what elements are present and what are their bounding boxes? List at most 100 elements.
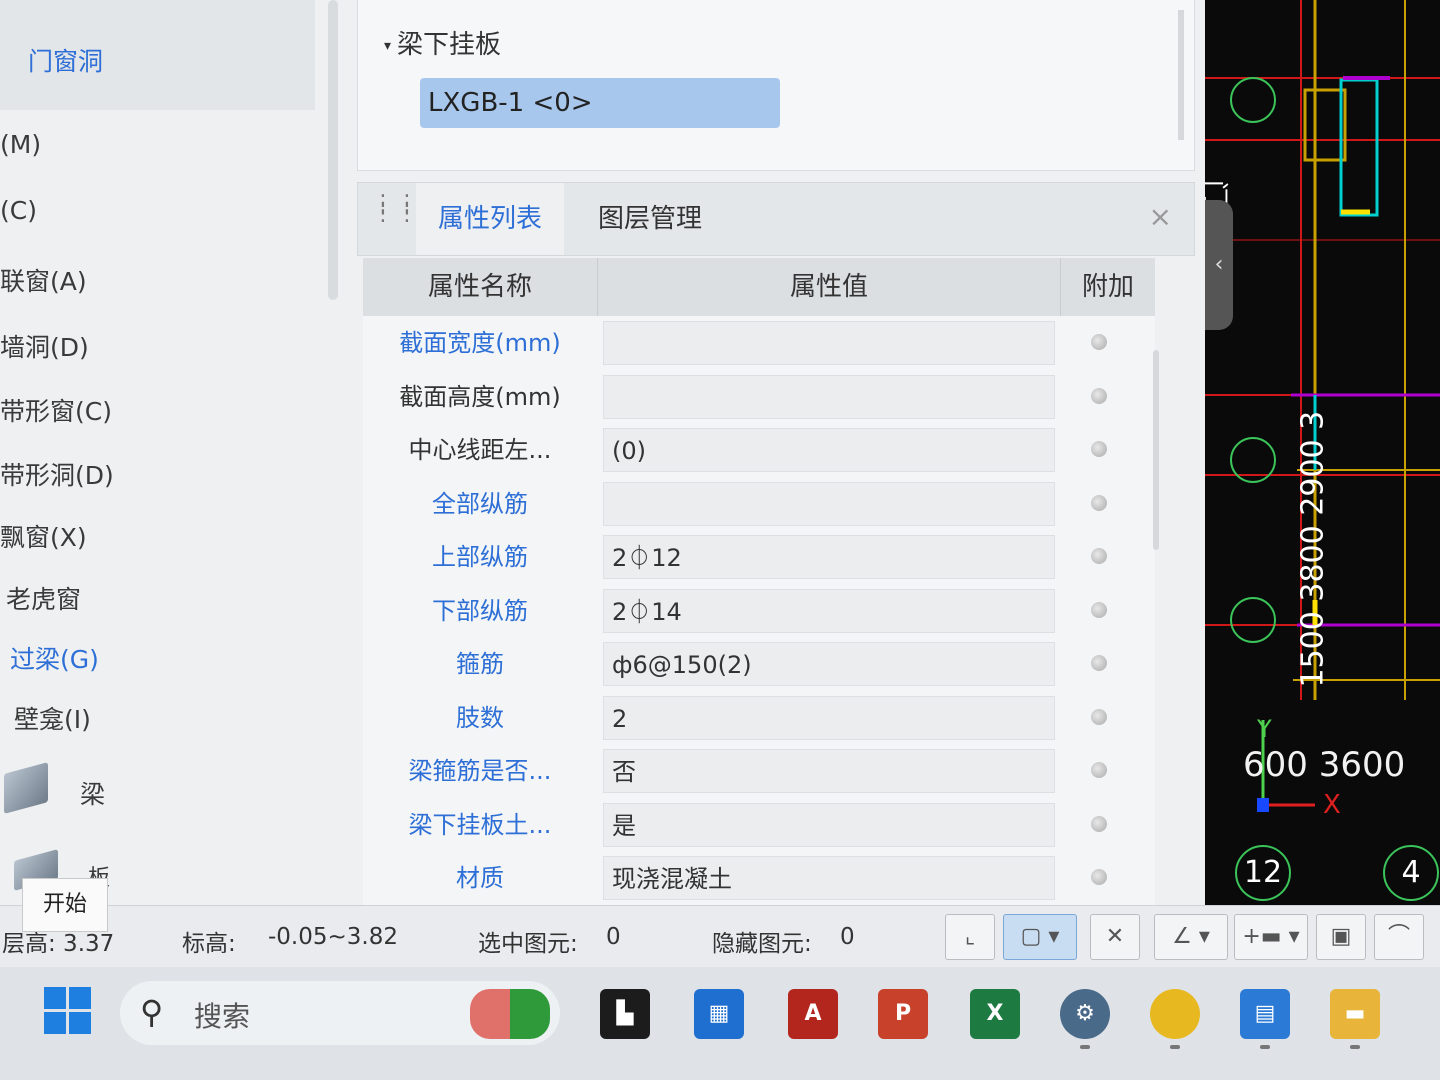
component-item[interactable]: (C) (0, 196, 37, 225)
extra-checkbox[interactable] (1091, 334, 1107, 350)
property-row[interactable]: 材质 现浇混凝土 (363, 851, 1155, 905)
component-list-panel: 门窗洞 (M) (C) 联窗(A) 墙洞(D) 带形窗(C) 带形洞(D) 飘窗… (0, 0, 345, 915)
property-name: 梁下挂板土... (408, 810, 552, 839)
property-row[interactable]: 箍筋 ф6@150(2) (363, 637, 1155, 691)
component-item[interactable]: 带形窗(C) (0, 392, 112, 428)
component-tree: ▾ 梁下挂板 LXGB-1 <0> (357, 0, 1195, 171)
property-value-field[interactable]: 否 (603, 749, 1055, 793)
component-item[interactable]: 带形洞(D) (0, 456, 114, 492)
ortho-icon[interactable]: ⌞ (945, 914, 995, 960)
property-scrollbar[interactable] (1153, 350, 1159, 550)
component-item[interactable]: 壁龛(I) (14, 700, 91, 736)
component-item[interactable]: 联窗(A) (0, 262, 87, 298)
component-item[interactable]: 飘窗(X) (0, 518, 87, 554)
extra-checkbox[interactable] (1091, 387, 1107, 404)
store-icon[interactable]: ▦ (694, 989, 744, 1039)
extra-checkbox[interactable] (1091, 441, 1107, 457)
property-name: 全部纵筋 (432, 489, 528, 518)
property-value-field[interactable] (603, 374, 1055, 419)
select-box-icon[interactable]: ▢ ▾ (1003, 914, 1077, 960)
coin-icon[interactable] (1150, 989, 1200, 1039)
property-row[interactable]: 梁下挂板土... 是 (363, 798, 1155, 852)
property-row[interactable]: 截面高度(mm) (363, 370, 1155, 424)
property-name: 材质 (456, 864, 504, 892)
excel-icon[interactable]: X (970, 989, 1020, 1039)
collapse-panel-icon[interactable]: ‹ (1205, 200, 1233, 330)
property-value-field[interactable]: 现浇混凝土 (603, 856, 1055, 900)
property-row[interactable]: 上部纵筋 2⏀12 (363, 530, 1155, 584)
component-item-lintel[interactable]: 过梁(G) (10, 640, 99, 676)
property-value-field[interactable]: ф6@150(2) (603, 642, 1055, 686)
extra-checkbox[interactable] (1091, 494, 1107, 511)
component-group-header[interactable]: 门窗洞 (0, 0, 315, 110)
arc-icon[interactable]: ⌒ (1374, 914, 1424, 960)
grid-axis-bubble: 4 (1383, 845, 1439, 901)
property-name: 肢数 (456, 703, 504, 732)
property-row[interactable]: 梁箍筋是否... 否 (363, 744, 1155, 798)
status-bar: 层高: 3.37 标高: -0.05~3.82 选中图元: 0 隐藏图元: 0 … (0, 905, 1440, 968)
snap-icon[interactable]: +▬ ▾ (1234, 914, 1308, 960)
drag-handle-icon[interactable]: ⋮⋮ ⋮⋮ (372, 193, 420, 225)
property-row[interactable]: 下部纵筋 2⏀14 (363, 584, 1155, 638)
property-value-field[interactable] (603, 481, 1055, 526)
tree-scrollbar[interactable] (1178, 10, 1184, 140)
angle-icon[interactable]: ∠ ▾ (1154, 914, 1228, 960)
property-row[interactable]: 中心线距左... (0) (363, 423, 1155, 477)
terminal-icon[interactable]: ▙ (600, 989, 650, 1039)
tree-item-selected[interactable]: LXGB-1 <0> (420, 78, 780, 128)
property-table: 属性名称 属性值 附加 截面宽度(mm) 截面高度(mm) 中心线距左... (0) 全… (363, 258, 1155, 908)
extra-checkbox[interactable] (1091, 601, 1107, 618)
extra-checkbox[interactable] (1091, 869, 1107, 885)
property-name: 截面高度(mm) (399, 382, 561, 411)
component-item[interactable]: (M) (0, 130, 41, 159)
brain-tulip-icon[interactable] (470, 989, 550, 1039)
glodon-icon[interactable]: ▤ (1240, 989, 1290, 1039)
extra-checkbox[interactable] (1091, 815, 1107, 832)
extra-checkbox[interactable] (1091, 548, 1107, 564)
tab-layers[interactable]: 图层管理 (576, 183, 724, 255)
cross-select-icon[interactable]: ✕ (1090, 914, 1140, 960)
windows-taskbar: ⚲ 搜索 ▙ ▦ A P X ⚙ ▤ ▬ (0, 967, 1440, 1080)
property-name: 箍筋 (456, 650, 504, 678)
access-icon[interactable]: A (788, 989, 838, 1039)
property-row[interactable]: 全部纵筋 (363, 477, 1155, 531)
close-icon[interactable]: × (1149, 203, 1172, 231)
property-value-field[interactable] (603, 321, 1055, 365)
component-item[interactable]: 墙洞(D) (0, 328, 89, 364)
property-name: 中心线距左... (408, 436, 552, 464)
cad-coordinate-text: 600 3600 (1243, 745, 1406, 785)
header-property-name: 属性名称 (363, 258, 598, 316)
extra-checkbox[interactable] (1091, 762, 1107, 778)
powerpoint-icon[interactable]: P (878, 989, 928, 1039)
display-icon[interactable]: ▣ (1316, 914, 1366, 960)
selected-label: 选中图元: (478, 931, 578, 957)
property-row[interactable]: 截面宽度(mm) (363, 316, 1155, 370)
cad-dimension-text: 1500 3800 2900 3 (1295, 410, 1331, 688)
tab-properties[interactable]: 属性列表 (416, 183, 565, 255)
running-indicator (1260, 1045, 1270, 1049)
selected-count: 0 (606, 924, 621, 950)
folder-icon[interactable]: ▬ (1330, 989, 1380, 1039)
running-indicator (1170, 1045, 1180, 1049)
y-axis-label: Y (1257, 715, 1272, 743)
property-value-field[interactable]: (0) (603, 428, 1055, 472)
windows-start-icon[interactable] (44, 987, 92, 1035)
collapse-arrow-icon[interactable]: ▾ (384, 38, 391, 54)
running-indicator (1350, 1045, 1360, 1049)
tree-group-header[interactable]: ▾ 梁下挂板 (384, 24, 501, 61)
running-indicator (1080, 1045, 1090, 1049)
extra-checkbox[interactable] (1091, 708, 1107, 725)
property-value-field[interactable]: 2⏀14 (603, 588, 1055, 633)
left-scrollbar[interactable] (328, 0, 338, 300)
property-value-field[interactable]: 是 (603, 802, 1055, 847)
settings-icon[interactable]: ⚙ (1060, 989, 1110, 1039)
category-beam[interactable]: 梁 (80, 775, 105, 811)
property-row[interactable]: 肢数 2 (363, 691, 1155, 745)
property-value-field[interactable]: 2⏀12 (603, 535, 1055, 579)
property-value-field[interactable]: 2 (603, 695, 1055, 740)
component-item[interactable]: 老虎窗 (6, 580, 81, 616)
search-placeholder: 搜索 (194, 1000, 251, 1033)
extra-checkbox[interactable] (1091, 655, 1107, 671)
component-group-label[interactable]: 门窗洞 (28, 42, 103, 78)
cad-viewport[interactable]: 门窗编辑 1500 3800 2900 3 600 3600 Y X 12 4 … (1205, 0, 1440, 905)
